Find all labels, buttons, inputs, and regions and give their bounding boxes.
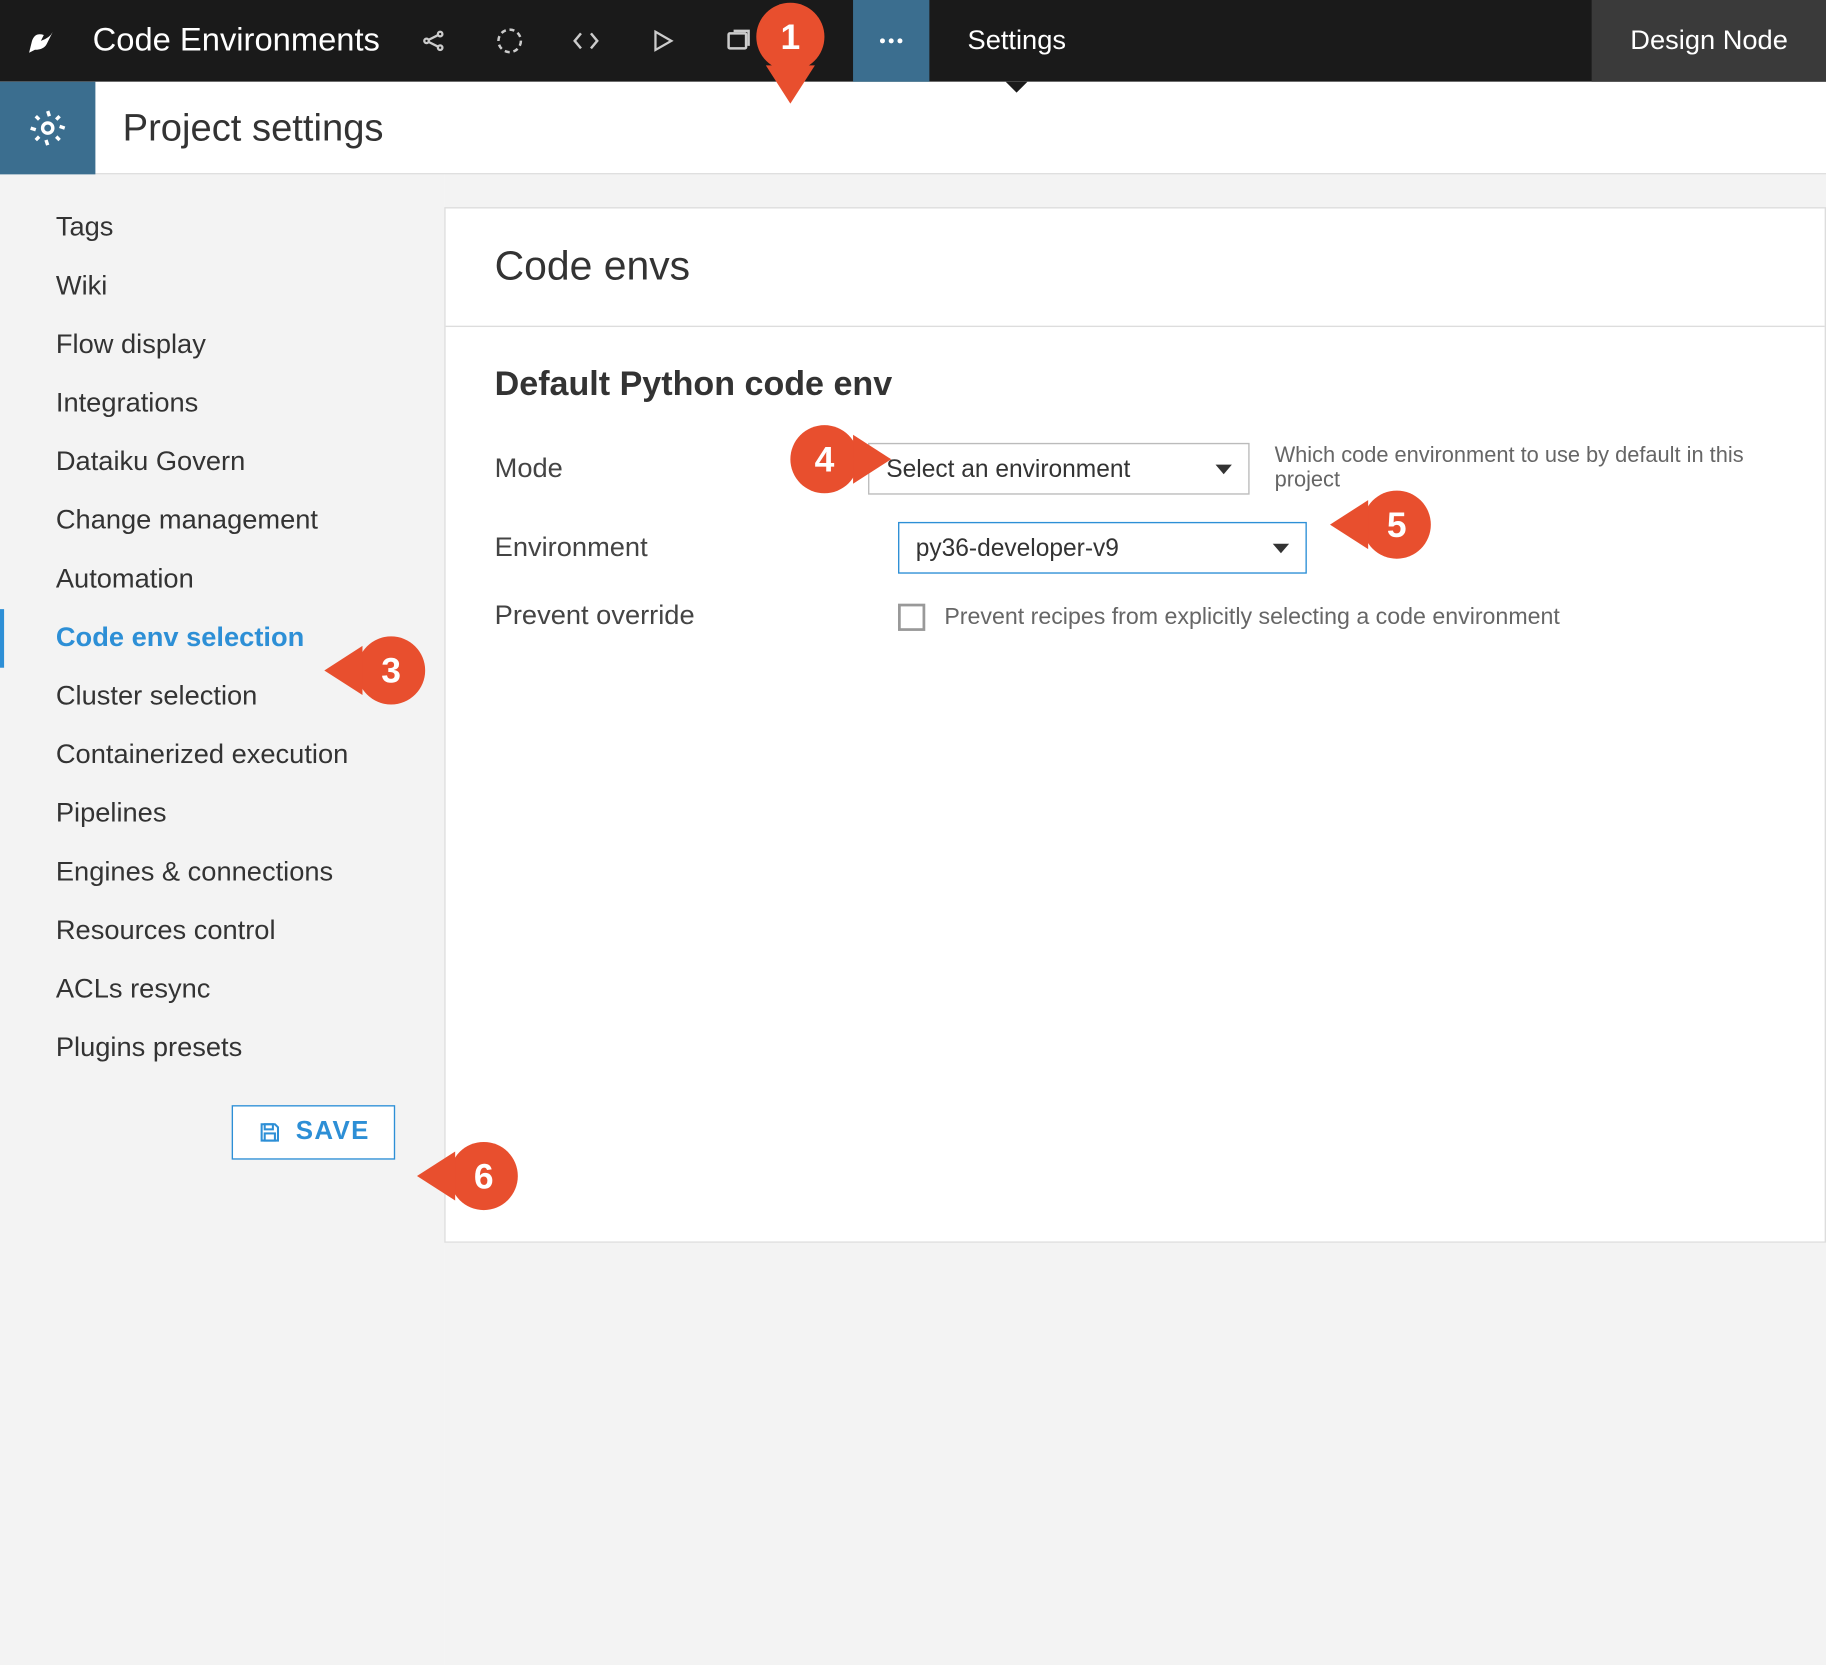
save-button[interactable]: SAVE	[232, 1105, 396, 1160]
prevent-override-hint: Prevent recipes from explicitly selectin…	[944, 603, 1559, 630]
project-title[interactable]: Code Environments	[82, 22, 395, 60]
mode-hint: Which code environment to use by default…	[1250, 444, 1776, 493]
sidebar-item-pipelines[interactable]: Pipelines	[0, 785, 444, 844]
sidebar-item-integrations[interactable]: Integrations	[0, 375, 444, 434]
panel: Code envs Default Python code env Mode S…	[444, 207, 1826, 1243]
logo-icon[interactable]	[0, 23, 82, 58]
sidebar-item-engines-connections[interactable]: Engines & connections	[0, 844, 444, 903]
topbar-icons	[395, 0, 929, 82]
sidebar-item-automation[interactable]: Automation	[0, 551, 444, 610]
environment-select[interactable]: py36-developer-v9	[898, 522, 1307, 574]
sidebar: Tags Wiki Flow display Integrations Data…	[0, 174, 444, 1665]
share-icon[interactable]	[395, 0, 471, 82]
page-title: Project settings	[95, 106, 383, 150]
callout-3: 3	[357, 636, 425, 704]
environment-label: Environment	[495, 532, 898, 563]
callout-6: 6	[450, 1142, 518, 1210]
chevron-down-icon	[1216, 464, 1232, 474]
circle-icon[interactable]	[471, 0, 547, 82]
save-label: SAVE	[296, 1117, 370, 1147]
sidebar-item-resources-control[interactable]: Resources control	[0, 902, 444, 961]
sidebar-item-acls-resync[interactable]: ACLs resync	[0, 961, 444, 1020]
sidebar-item-dataiku-govern[interactable]: Dataiku Govern	[0, 433, 444, 492]
node-label[interactable]: Design Node	[1592, 0, 1826, 82]
chevron-down-icon	[1273, 543, 1289, 553]
callout-5: 5	[1363, 491, 1431, 559]
sidebar-item-wiki[interactable]: Wiki	[0, 258, 444, 317]
gear-icon	[0, 81, 95, 174]
section-title: Default Python code env	[495, 365, 1776, 405]
prevent-override-label: Prevent override	[495, 601, 898, 632]
tab-settings[interactable]: Settings	[929, 0, 1104, 82]
prevent-override-checkbox[interactable]	[898, 603, 925, 630]
more-icon[interactable]	[853, 0, 929, 82]
mode-select[interactable]: Select an environment	[869, 443, 1251, 495]
sidebar-item-plugins-presets[interactable]: Plugins presets	[0, 1019, 444, 1078]
code-icon[interactable]	[548, 0, 624, 82]
save-icon	[258, 1120, 283, 1145]
sidebar-item-containerized-execution[interactable]: Containerized execution	[0, 726, 444, 785]
sidebar-item-tags[interactable]: Tags	[0, 199, 444, 258]
subheader: Project settings	[0, 82, 1826, 175]
sidebar-item-flow-display[interactable]: Flow display	[0, 316, 444, 375]
topbar: Code Environments Settings Desig	[0, 0, 1826, 82]
play-icon[interactable]	[624, 0, 700, 82]
panel-title: Code envs	[446, 208, 1825, 327]
callout-4: 4	[790, 425, 858, 493]
content: Code envs Default Python code env Mode S…	[444, 174, 1826, 1665]
callout-1: 1	[756, 3, 824, 71]
mode-value: Select an environment	[886, 454, 1130, 483]
environment-value: py36-developer-v9	[916, 533, 1119, 562]
sidebar-item-change-management[interactable]: Change management	[0, 492, 444, 551]
